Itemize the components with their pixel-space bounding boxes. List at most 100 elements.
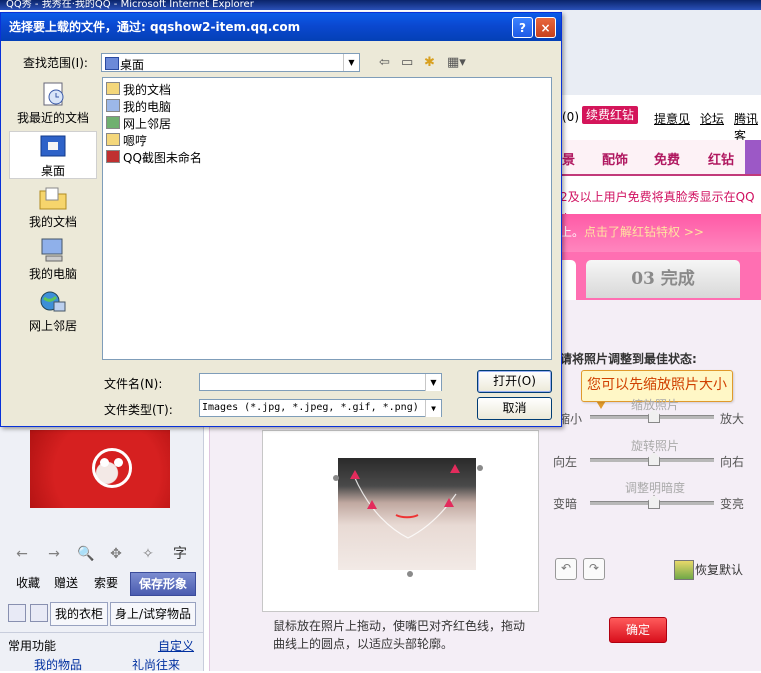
wardrobe-icon[interactable] <box>30 604 48 622</box>
undo-button[interactable]: ↶ <box>555 558 577 580</box>
request-button[interactable]: 索要 <box>94 572 118 594</box>
back-icon[interactable]: ⇦ <box>379 55 390 70</box>
network-icon <box>106 116 120 129</box>
count-text: (0) <box>562 110 579 124</box>
feedback-link[interactable]: 提意见 <box>654 110 690 127</box>
look-in-value: 桌面 <box>120 58 145 72</box>
forum-link[interactable]: 论坛 <box>700 110 724 127</box>
file-name: 嗯哼 <box>123 134 148 148</box>
step-2-tab <box>560 260 576 302</box>
renew-vip-button[interactable]: 续费红钻 <box>582 106 639 124</box>
right-arrow-icon[interactable]: → <box>44 544 64 564</box>
open-button[interactable]: 打开(O) <box>477 370 552 393</box>
move-icon[interactable]: ✥ <box>106 544 126 564</box>
zoom-icon[interactable]: 🔍 <box>76 544 96 564</box>
anchor-marker[interactable] <box>450 464 460 473</box>
place-label: 我的电脑 <box>28 267 77 281</box>
chevron-down-icon[interactable]: ▼ <box>343 54 359 71</box>
place-network[interactable]: 网上邻居 <box>9 287 97 335</box>
eye-graphic <box>114 458 123 467</box>
filename-input[interactable]: ▼ <box>199 373 442 391</box>
list-item[interactable]: 我的文档 <box>106 82 171 98</box>
page-tabs: 景 配饰 免费 红钻 <box>560 140 761 176</box>
dialog-titlebar[interactable]: 选择要上载的文件，通过: qqshow2-item.qq.com ? × <box>1 13 561 41</box>
customize-link[interactable]: 自定义 <box>158 637 194 654</box>
tab-trying-on[interactable]: 身上/试穿物品 <box>110 602 197 626</box>
avatar-actions: 收藏 赠送 索要 保存形象 <box>6 572 196 596</box>
place-label: 我的文档 <box>28 215 77 229</box>
editor-hint: 鼠标放在照片上拖动，使嘴巴对齐红色线，拖动曲线上的圆点，以适应头部轮廓。 <box>273 619 526 651</box>
gifts-link[interactable]: 礼尚往来 <box>132 656 180 673</box>
file-upload-dialog: 选择要上载的文件，通过: qqshow2-item.qq.com ? × 查找范… <box>0 12 562 427</box>
anchor-marker[interactable] <box>350 470 360 479</box>
promo-banner: 上。点击了解红钻特权 >> <box>560 214 761 252</box>
avatar-preview <box>30 430 170 508</box>
chevron-down-icon[interactable]: ▼ <box>425 400 441 417</box>
banner-text: 上。 <box>560 225 585 239</box>
avatar-toolbar: ← → 🔍 ✥ ✧ 字 <box>8 542 198 566</box>
folder-icon <box>106 133 120 146</box>
tab-red-diamond[interactable]: 红钻 <box>708 149 734 168</box>
list-item[interactable]: 我的电脑 <box>106 99 171 115</box>
new-folder-icon[interactable]: ✱ <box>424 55 435 70</box>
file-list[interactable]: 我的文档 我的电脑 网上邻居 嗯哼 QQ截图未命名 <box>102 77 552 360</box>
tab-more[interactable] <box>745 140 761 174</box>
magic-wand-icon[interactable]: ✧ <box>138 544 158 564</box>
save-image-button[interactable]: 保存形象 <box>130 572 196 596</box>
my-items-link[interactable]: 我的物品 <box>34 656 82 673</box>
brightness-slider-caption: 调整明暗度 <box>625 481 686 495</box>
filetype-label: 文件类型(T): <box>104 403 173 417</box>
tencent-link[interactable]: 腾讯客 <box>734 110 761 144</box>
file-name: QQ截图未命名 <box>123 151 202 165</box>
help-icon[interactable]: ? <box>512 17 533 38</box>
give-button[interactable]: 赠送 <box>54 572 78 594</box>
network-places-icon <box>40 291 66 312</box>
close-icon[interactable]: × <box>535 17 556 38</box>
tab-scene[interactable]: 景 <box>562 149 575 168</box>
notice-text: 2及以上用户免费将真脸秀显示在QQ上 <box>560 186 761 226</box>
place-my-computer[interactable]: 我的电脑 <box>9 235 97 283</box>
anchor-marker[interactable] <box>444 498 454 507</box>
left-arrow-icon[interactable]: ← <box>12 544 32 564</box>
view-menu-icon[interactable]: ▦▾ <box>447 55 466 70</box>
anchor-marker[interactable] <box>367 500 377 509</box>
place-desktop[interactable]: 桌面 <box>9 131 97 179</box>
file-name: 我的文档 <box>123 83 172 97</box>
tab-accessories[interactable]: 配饰 <box>602 149 628 168</box>
reset-icon[interactable] <box>674 560 694 580</box>
common-functions-header: 常用功能 自定义 <box>0 632 203 657</box>
confirm-button[interactable]: 确定 <box>609 617 667 643</box>
step-bar: 03 完成 <box>560 252 761 302</box>
look-in-label: 查找范围(I): <box>23 56 88 70</box>
up-folder-icon[interactable]: ▭ <box>401 55 413 70</box>
collect-button[interactable]: 收藏 <box>16 572 40 594</box>
desktop-icon <box>105 57 119 70</box>
tab-free[interactable]: 免费 <box>654 149 680 168</box>
place-label: 我最近的文档 <box>16 111 89 125</box>
desktop-icon <box>40 135 66 157</box>
filetype-select[interactable]: Images (*.jpg, *.jpeg, *.gif, *.png) ▼ <box>199 399 442 417</box>
my-computer-icon <box>41 238 63 262</box>
banner-link[interactable]: 点击了解红钻特权 >> <box>584 225 704 239</box>
place-recent-documents[interactable]: 我最近的文档 <box>9 79 97 127</box>
chevron-down-icon[interactable]: ▼ <box>425 374 441 391</box>
list-item[interactable]: QQ截图未命名 <box>106 150 202 166</box>
page-link-bar: (0) 续费红钻 提意见 论坛 腾讯客 <box>560 100 761 143</box>
curve-handle[interactable] <box>477 465 483 471</box>
reset-default-button[interactable]: 恢复默认 <box>695 561 743 578</box>
curve-handle[interactable] <box>407 571 413 577</box>
place-my-documents[interactable]: 我的文档 <box>9 183 97 231</box>
person-icon[interactable] <box>8 604 26 622</box>
curve-handle[interactable] <box>333 475 339 481</box>
list-item[interactable]: 嗯哼 <box>106 133 147 149</box>
cancel-button[interactable]: 取消 <box>477 397 552 420</box>
list-item[interactable]: 网上邻居 <box>106 116 171 132</box>
redo-button[interactable]: ↷ <box>583 558 605 580</box>
browser-titlebar: QQ秀 - 我秀在·我的QQ - Microsoft Internet Expl… <box>0 0 761 10</box>
tab-my-closet[interactable]: 我的衣柜 <box>50 602 109 626</box>
computer-icon <box>106 99 120 112</box>
look-in-select[interactable]: 桌面 ▼ <box>101 53 360 72</box>
function-links: 我的物品 礼尚往来 <box>10 656 200 672</box>
text-icon[interactable]: 字 <box>170 544 190 564</box>
my-documents-icon <box>39 187 67 210</box>
